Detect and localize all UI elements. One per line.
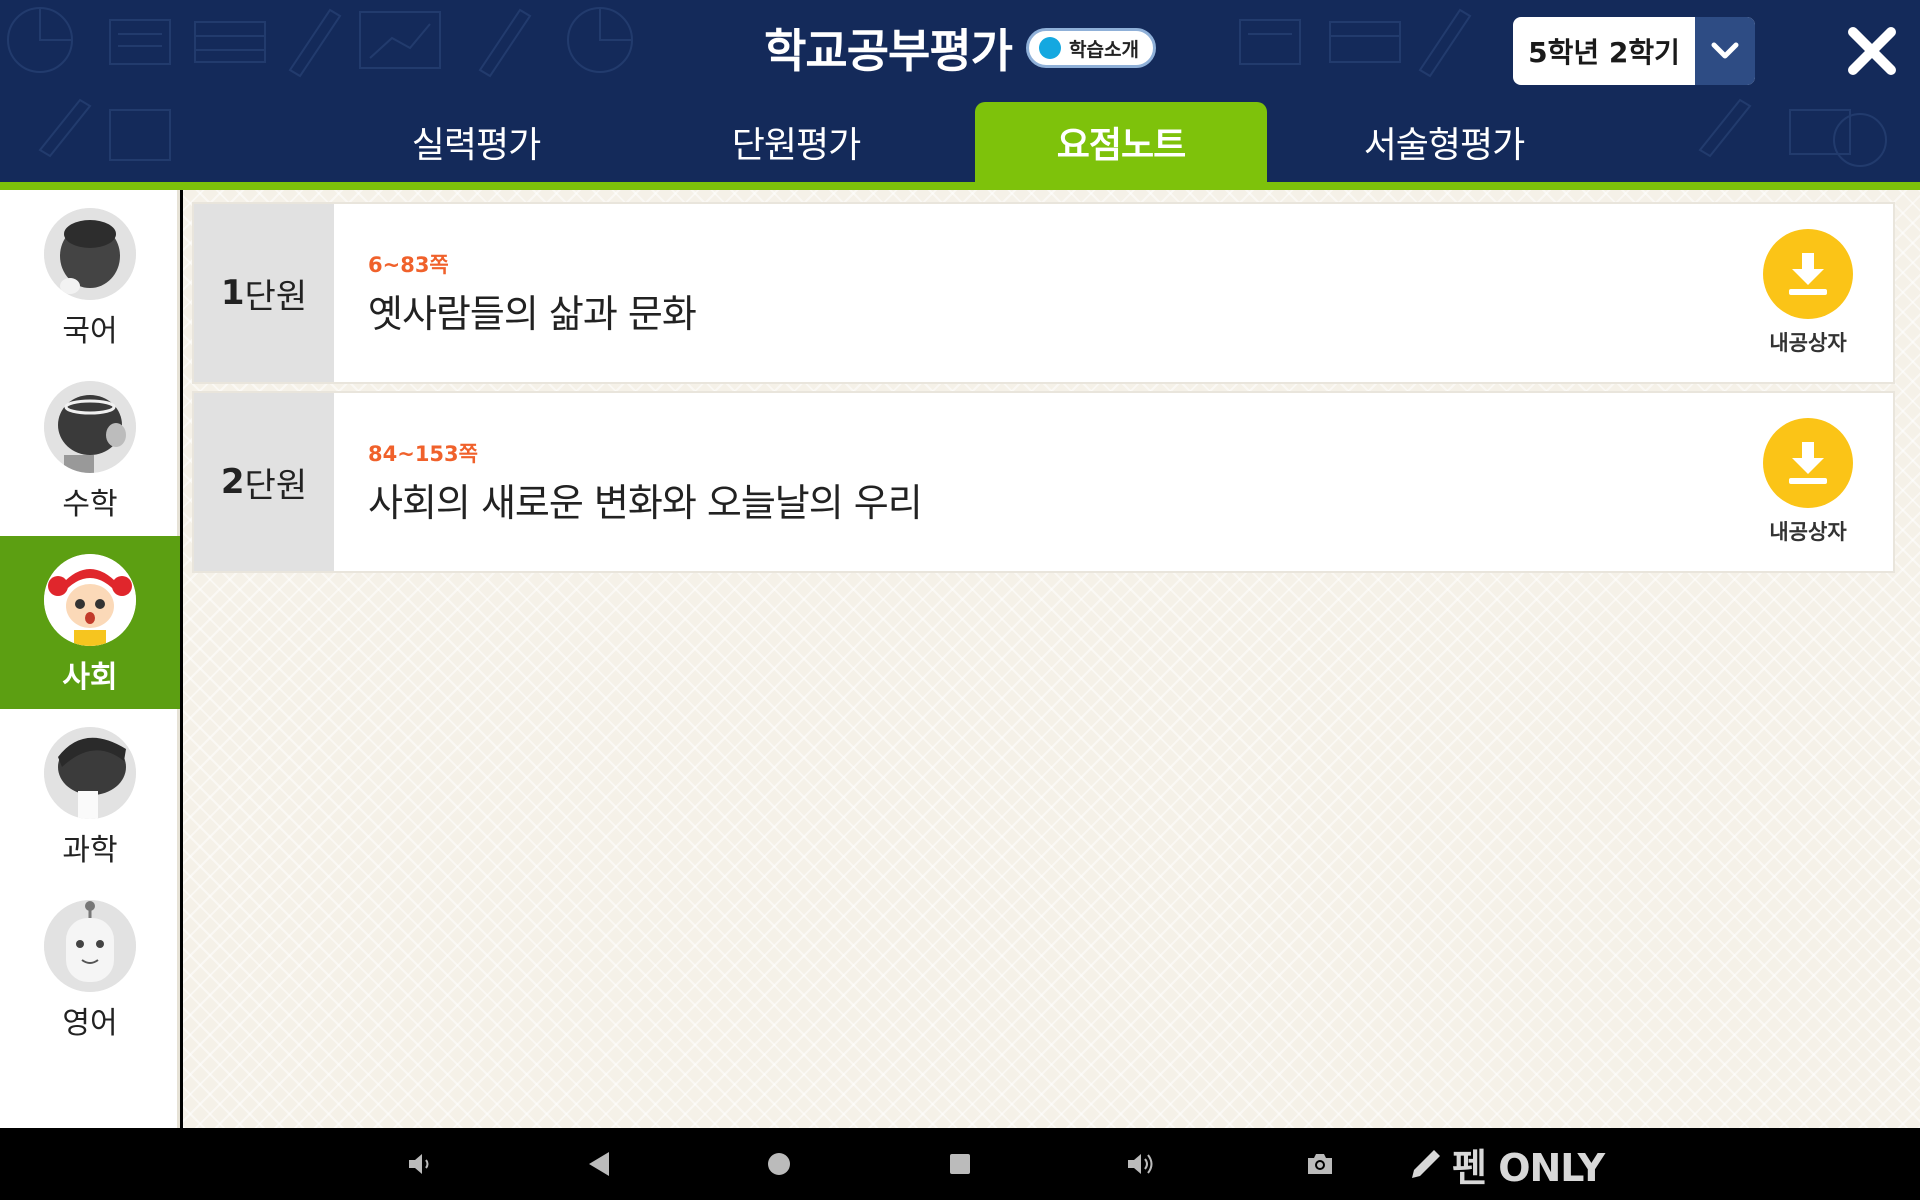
- english-character-icon: [44, 900, 136, 992]
- tab-underline: [0, 182, 1920, 190]
- volume-up-icon[interactable]: [1122, 1146, 1158, 1182]
- sidebar-item-social[interactable]: 사회: [0, 536, 180, 709]
- sidebar-item-label: 사회: [62, 660, 118, 695]
- science-character-icon: [44, 727, 136, 819]
- pen-icon: [1412, 1150, 1440, 1178]
- unit-title: 사회의 새로운 변화와 오늘날의 우리: [368, 480, 923, 525]
- sidebar-item-science[interactable]: 과학: [0, 709, 180, 882]
- tab-bar: 실력평가 단원평가 요점노트 서술형평가: [0, 102, 1920, 182]
- unit-number: 2 단원: [194, 393, 334, 571]
- korean-character-icon: [44, 208, 136, 300]
- download-icon[interactable]: [1763, 418, 1853, 508]
- unit-info: 6~83쪽 옛사람들의 삶과 문화: [334, 204, 1723, 382]
- unit-number-digit: 2: [220, 462, 245, 502]
- back-icon[interactable]: [580, 1146, 616, 1182]
- intro-button-label: 학습소개: [1069, 38, 1139, 61]
- download-label: 내공상자: [1769, 520, 1847, 544]
- grade-select[interactable]: 5학년 2학기: [1513, 17, 1755, 85]
- app-header: 학교공부평가 학습소개 5학년 2학기 실력평가 단원평가 요점노트 서술형평가: [0, 0, 1920, 182]
- sidebar-item-label: 영어: [62, 1006, 118, 1041]
- unit-info: 84~153쪽 사회의 새로운 변화와 오늘날의 우리: [334, 393, 1723, 571]
- unit-pages: 84~153쪽: [368, 441, 478, 466]
- unit-number-suffix: 단원: [244, 276, 308, 317]
- tab-unit-test[interactable]: 단원평가: [650, 102, 942, 182]
- tab-essay-test[interactable]: 서술형평가: [1298, 102, 1590, 182]
- math-character-icon: [44, 381, 136, 473]
- system-navigation-bar: 펜 ONLY: [0, 1128, 1920, 1200]
- unit-number-suffix: 단원: [244, 465, 308, 506]
- unit-pages: 6~83쪽: [368, 252, 449, 277]
- tab-skill-test[interactable]: 실력평가: [330, 102, 622, 182]
- social-character-icon: [44, 554, 136, 646]
- tab-key-notes[interactable]: 요점노트: [975, 102, 1267, 182]
- home-icon[interactable]: [761, 1146, 797, 1182]
- dot-icon: [1039, 37, 1061, 59]
- sidebar-item-math[interactable]: 수학: [0, 363, 180, 536]
- app-title: 학교공부평가: [764, 24, 1013, 78]
- unit-title: 옛사람들의 삶과 문화: [368, 291, 697, 336]
- sidebar-item-korean[interactable]: 국어: [0, 190, 180, 363]
- recents-icon[interactable]: [942, 1146, 978, 1182]
- pen-only-button[interactable]: 펜 ONLY: [1406, 1138, 1605, 1190]
- unit-list: 1 단원 6~83쪽 옛사람들의 삶과 문화 내공상자 2 단원 84~153쪽 사…: [183, 190, 1920, 1128]
- download-button[interactable]: 내공상자: [1723, 204, 1893, 382]
- chevron-down-icon[interactable]: [1695, 17, 1755, 85]
- download-button[interactable]: 내공상자: [1723, 393, 1893, 571]
- volume-down-icon[interactable]: [402, 1146, 438, 1182]
- subject-sidebar: 국어 수학 사회 과학 영어: [0, 190, 180, 1128]
- unit-number-digit: 1: [220, 273, 245, 313]
- download-icon[interactable]: [1763, 229, 1853, 319]
- sidebar-item-label: 과학: [62, 833, 118, 868]
- unit-number: 1 단원: [194, 204, 334, 382]
- list-item[interactable]: 2 단원 84~153쪽 사회의 새로운 변화와 오늘날의 우리 내공상자: [192, 391, 1895, 573]
- sidebar-item-label: 국어: [62, 314, 118, 349]
- pen-only-label: 펜 ONLY: [1452, 1145, 1605, 1190]
- intro-button[interactable]: 학습소개: [1026, 28, 1156, 68]
- grade-select-value: 5학년 2학기: [1528, 36, 1680, 69]
- sidebar-item-english[interactable]: 영어: [0, 882, 180, 1055]
- list-item[interactable]: 1 단원 6~83쪽 옛사람들의 삶과 문화 내공상자: [192, 202, 1895, 384]
- camera-icon[interactable]: [1302, 1146, 1338, 1182]
- sidebar-item-label: 수학: [62, 487, 118, 522]
- download-label: 내공상자: [1769, 331, 1847, 355]
- close-icon[interactable]: [1845, 24, 1899, 78]
